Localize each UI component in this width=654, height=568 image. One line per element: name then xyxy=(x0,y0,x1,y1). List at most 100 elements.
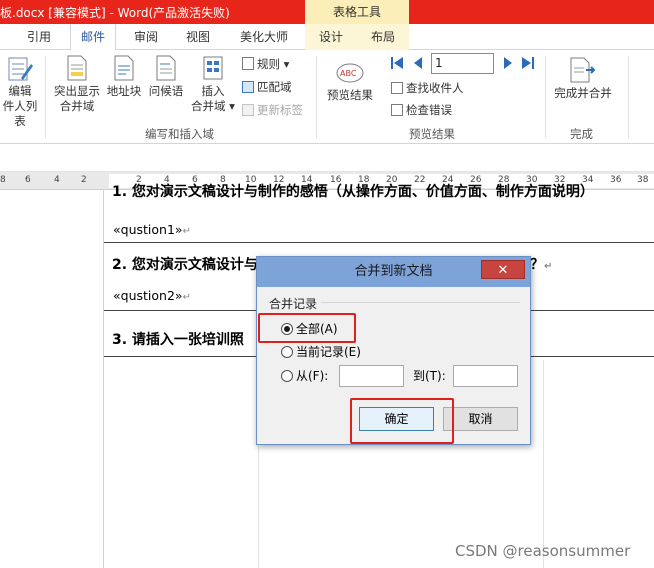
svg-text:ABC: ABC xyxy=(340,69,357,78)
greeting-line-label: 问候语 xyxy=(148,84,184,98)
question-2-tail: ？↵ xyxy=(530,254,552,274)
ribbon-tabs: 引用 邮件 审阅 视图 美化大师 设计 布局 xyxy=(0,24,654,51)
find-recipient-icon xyxy=(391,82,403,94)
cancel-button[interactable]: 取消 xyxy=(443,407,518,431)
radio-current-label: 当前记录(E) xyxy=(296,345,361,359)
close-icon[interactable]: ✕ xyxy=(481,260,525,279)
tab-design[interactable]: 设计 xyxy=(313,24,349,50)
ruler-tick: 2 xyxy=(81,175,87,185)
rules-label: 规则 ▾ xyxy=(257,57,290,71)
tab-review[interactable]: 审阅 xyxy=(128,24,164,50)
edit-list-icon xyxy=(8,57,33,81)
divider xyxy=(628,56,629,138)
title-bar: 板.docx [兼容模式] - Word(产品激活失败) 表格工具 xyxy=(0,0,654,24)
ruler-tick: 4 xyxy=(54,175,60,185)
radio-unselected-icon xyxy=(281,370,293,382)
merge-field-question2: «qustion2»↵ xyxy=(113,288,191,303)
previous-record-icon[interactable] xyxy=(413,57,423,69)
divider xyxy=(45,56,46,138)
edit-recipients-button[interactable]: 编辑 件人列表 xyxy=(0,54,40,129)
question-2-text: 2. 您对演示文稿设计与... xyxy=(112,257,274,273)
merge-field-question2-text: «qustion2» xyxy=(113,288,183,303)
highlight-label-2: 合并域 xyxy=(59,99,95,113)
update-labels-button[interactable]: 更新标签 xyxy=(242,101,303,119)
preview-results-label: 预览结果 xyxy=(327,88,373,102)
address-block-button[interactable]: 地址块 xyxy=(104,54,144,99)
insert-field-icon xyxy=(203,56,223,80)
insert-label-2: 合并域 ▾ xyxy=(191,99,235,113)
paragraph-mark-icon: ↵ xyxy=(182,226,191,237)
check-errors-button[interactable]: 检查错误 xyxy=(391,101,452,119)
find-recipient-button[interactable]: 查找收件人 xyxy=(391,79,464,97)
document-highlight-icon xyxy=(67,55,87,81)
finish-merge-icon xyxy=(570,57,596,83)
edit-recipients-label-1: 编辑 xyxy=(8,84,32,98)
dialog-titlebar: 合并到新文档 ✕ xyxy=(257,257,530,287)
finish-merge-button[interactable]: 完成并合并 xyxy=(550,56,616,101)
preview-abc-icon: ABC xyxy=(336,63,364,83)
radio-from-label: 从(F): xyxy=(296,369,329,383)
group-divider xyxy=(317,302,520,303)
to-label: 到(T): xyxy=(413,369,446,383)
insert-merge-field-button[interactable]: 插入 合并域 ▾ xyxy=(190,54,236,114)
table-tools-label: 表格工具 xyxy=(305,0,409,24)
merge-records-group-label: 合并记录 xyxy=(269,295,322,312)
first-record-icon[interactable] xyxy=(391,57,403,69)
match-fields-icon xyxy=(242,81,254,93)
group-label-finish: 完成 xyxy=(570,127,593,141)
check-errors-label: 检查错误 xyxy=(406,103,452,117)
rules-icon xyxy=(242,57,254,70)
greeting-line-button[interactable]: 问候语 xyxy=(145,54,187,99)
group-label-preview: 预览结果 xyxy=(409,127,455,141)
address-block-label: 地址块 xyxy=(106,84,142,98)
paragraph-mark-icon: ↵ xyxy=(182,292,191,303)
ruler-tick: 6 xyxy=(25,175,31,185)
find-recipient-label: 查找收件人 xyxy=(406,81,464,95)
radio-from[interactable]: 从(F): xyxy=(281,368,328,384)
preview-results-button[interactable]: ABC 预览结果 xyxy=(322,60,378,103)
question-1-text: 1. 您对演示文稿设计与制作的感悟（从操作方面、价值方面、制作方面说明） xyxy=(112,184,594,200)
update-labels-icon xyxy=(242,104,254,116)
tab-beautify[interactable]: 美化大师 xyxy=(233,24,295,50)
ruler-tick: 8 xyxy=(0,175,6,185)
radio-current-record[interactable]: 当前记录(E) xyxy=(281,344,361,360)
to-input[interactable] xyxy=(453,365,518,387)
divider xyxy=(545,56,546,138)
finish-merge-label: 完成并合并 xyxy=(554,86,612,100)
highlight-merge-fields-button[interactable]: 突出显示 合并域 xyxy=(50,54,104,114)
tab-layout[interactable]: 布局 xyxy=(365,24,401,50)
highlight-box-all xyxy=(258,313,356,343)
check-errors-icon xyxy=(391,104,403,116)
greeting-line-icon xyxy=(156,55,176,81)
from-input[interactable] xyxy=(339,365,404,387)
merge-field-question1-text: «qustion1» xyxy=(113,222,183,237)
highlight-label-1: 突出显示 xyxy=(54,84,100,98)
last-record-icon[interactable] xyxy=(522,57,534,69)
ribbon: 编辑 件人列表 突出显示 合并域 地址块 问候语 插入 合并域 ▾ 规则 ▾ 匹… xyxy=(0,50,654,144)
edit-recipients-label-2: 件人列表 xyxy=(2,99,38,128)
paragraph-mark-icon: ↵ xyxy=(544,261,553,272)
question-3-text: 3. 请插入一张培训照 xyxy=(112,332,244,348)
highlight-box-ok xyxy=(350,398,454,444)
match-fields-label: 匹配域 xyxy=(257,80,292,94)
next-record-icon[interactable] xyxy=(503,57,513,69)
watermark: CSDN @reasonsummer xyxy=(455,542,631,560)
group-label-write-insert: 编写和插入域 xyxy=(145,127,214,141)
merge-field-question1: «qustion1»↵ xyxy=(113,222,191,237)
tab-references[interactable]: 引用 xyxy=(20,24,58,50)
update-labels-label: 更新标签 xyxy=(257,103,303,117)
table-border xyxy=(104,242,654,243)
rules-button[interactable]: 规则 ▾ xyxy=(242,55,289,73)
divider xyxy=(316,56,317,138)
window-title: 板.docx [兼容模式] - Word(产品激活失败) xyxy=(0,6,230,20)
question-2-tail-text: ？ xyxy=(530,257,544,273)
tab-mailings[interactable]: 邮件 xyxy=(70,24,116,51)
address-block-icon xyxy=(114,55,134,81)
radio-unselected-icon xyxy=(281,346,293,358)
record-number-input[interactable]: 1 xyxy=(431,53,494,74)
left-margin xyxy=(0,190,104,568)
ribbon-spacer xyxy=(0,145,654,172)
tab-view[interactable]: 视图 xyxy=(180,24,216,50)
insert-label-1: 插入 xyxy=(201,84,225,98)
match-fields-button[interactable]: 匹配域 xyxy=(242,78,292,96)
